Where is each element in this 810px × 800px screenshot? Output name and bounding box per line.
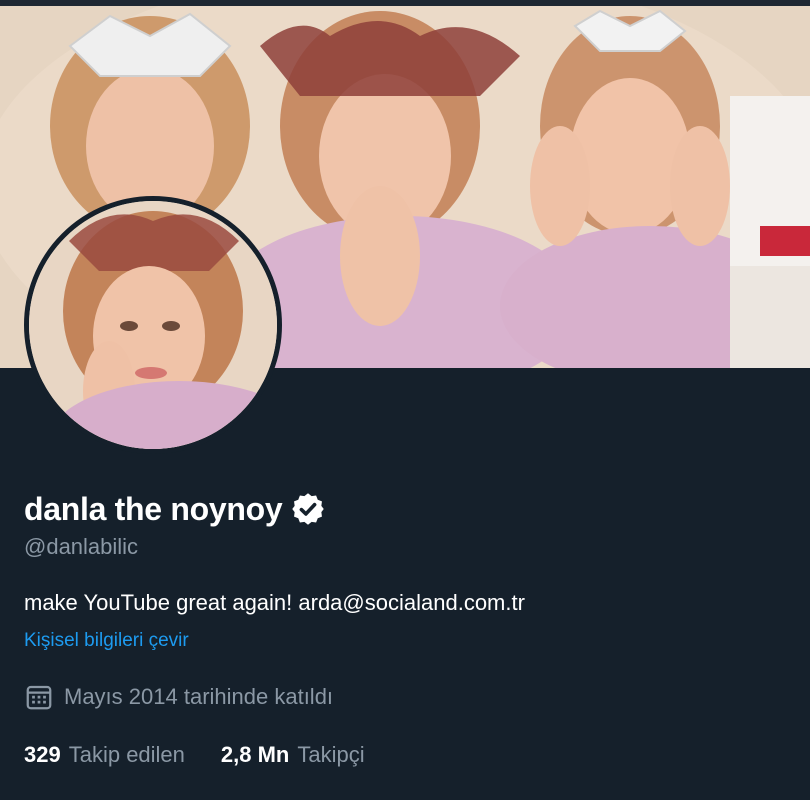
avatar-image [29, 201, 277, 449]
profile-bio: make YouTube great again! arda@socialand… [24, 590, 525, 615]
joined-date-row: Mayıs 2014 tarihinde katıldı [24, 682, 786, 712]
following-label: Takip edilen [68, 742, 185, 767]
followers-count: 2,8 Mn [220, 742, 290, 767]
translate-bio-link[interactable]: Kişisel bilgileri çevir [24, 630, 786, 652]
followers-label: Takipçi [297, 742, 365, 767]
calendar-icon [24, 682, 54, 712]
profile-info: danla the noynoy @danlabilic make YouTub… [24, 488, 786, 768]
profile-avatar[interactable] [24, 196, 282, 454]
followers-stat[interactable]: 2,8 Mn Takipçi [221, 742, 365, 768]
following-stat[interactable]: 329 Takip edilen [24, 742, 185, 768]
display-name: danla the noynoy [24, 490, 283, 527]
following-count: 329 [24, 742, 61, 767]
follow-stats: 329 Takip edilen 2,8 Mn Takipçi [24, 742, 786, 768]
joined-date-text: Mayıs 2014 tarihinde katıldı [64, 684, 334, 709]
verified-badge-icon[interactable] [290, 491, 326, 527]
name-row: danla the noynoy [24, 488, 786, 530]
profile-handle: @danlabilic [24, 534, 139, 559]
